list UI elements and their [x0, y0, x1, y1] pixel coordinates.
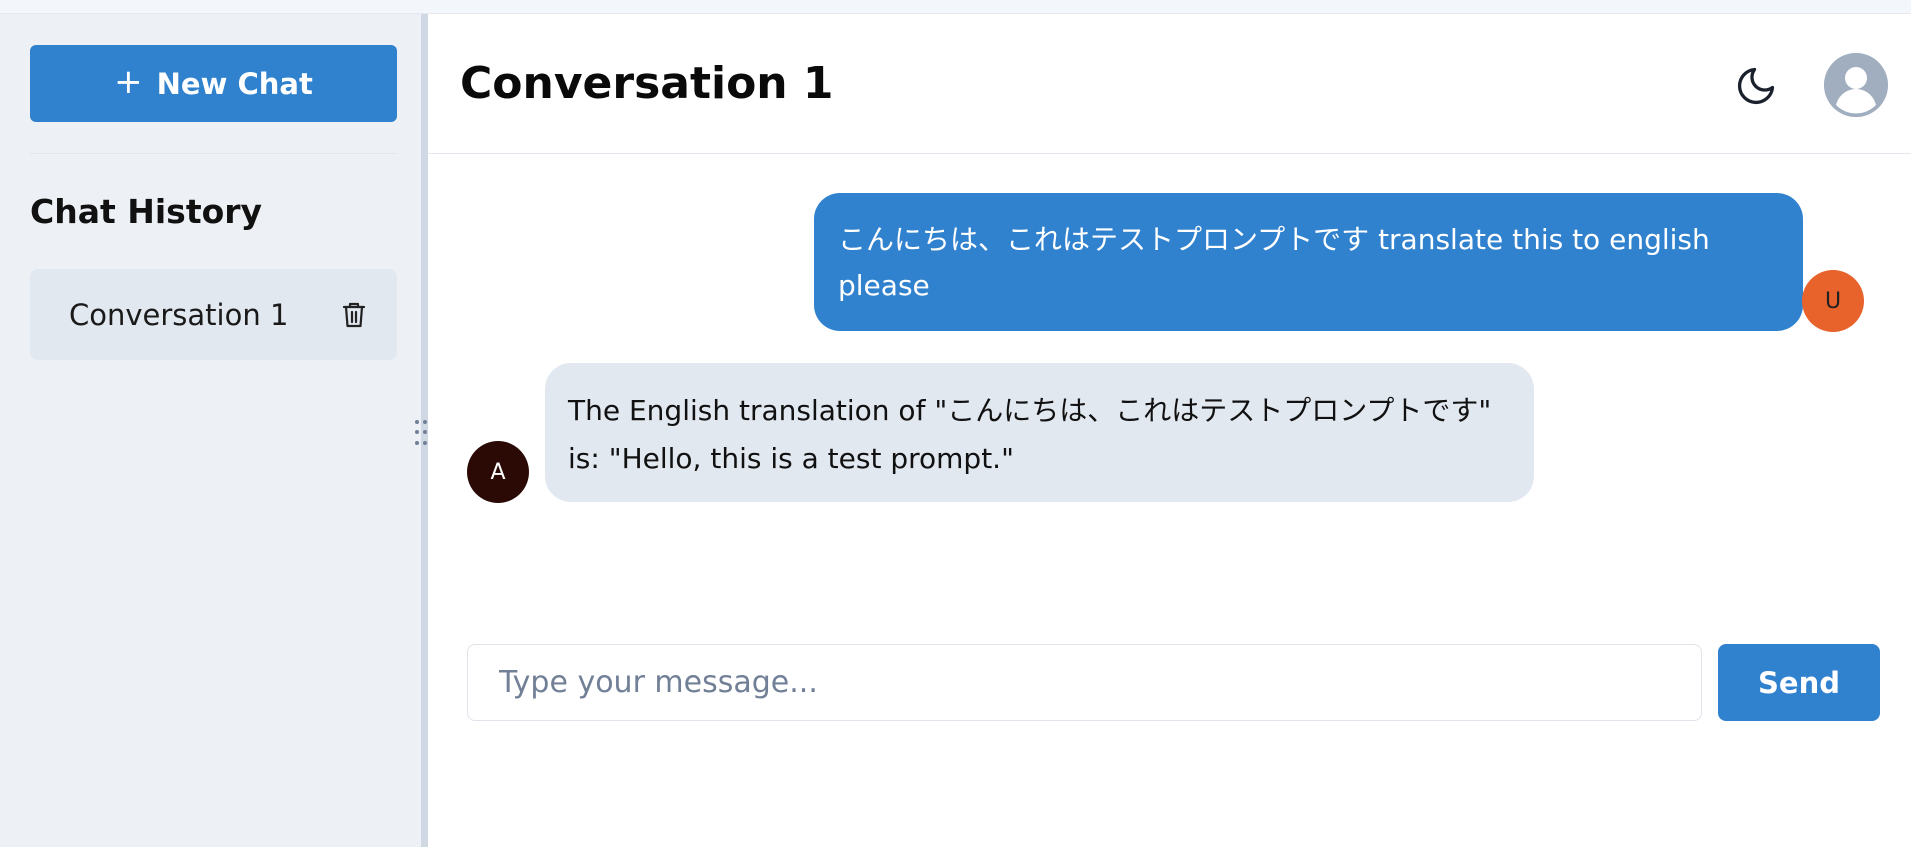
sidebar: + New Chat Chat History Conversation 1 — [0, 14, 421, 847]
sidebar-item-label: Conversation 1 — [69, 297, 289, 332]
chat-history-heading: Chat History — [30, 192, 263, 231]
new-chat-label: New Chat — [156, 66, 313, 101]
theme-toggle-button[interactable] — [1732, 62, 1780, 110]
user-message-bubble: こんにちは、これはテストプロンプトです translate this to en… — [814, 193, 1803, 331]
plus-icon: + — [114, 61, 143, 102]
send-button[interactable]: Send — [1718, 644, 1880, 721]
message-input[interactable] — [467, 644, 1702, 721]
page-title: Conversation 1 — [460, 58, 834, 109]
user-avatar-icon — [1824, 53, 1888, 117]
chat-header: Conversation 1 — [428, 14, 1911, 154]
assistant-avatar: A — [467, 441, 529, 503]
browser-top-strip — [0, 0, 1911, 14]
sidebar-divider — [30, 153, 397, 154]
profile-button[interactable] — [1824, 53, 1888, 117]
moon-icon — [1737, 67, 1775, 105]
sidebar-item-conversation-1[interactable]: Conversation 1 — [30, 269, 397, 360]
chat-main: Conversation 1 こんにちは、これはテストプロンプトです trans… — [428, 14, 1911, 847]
trash-icon[interactable] — [341, 300, 367, 330]
user-avatar: U — [1802, 270, 1864, 332]
new-chat-button[interactable]: + New Chat — [30, 45, 397, 122]
assistant-message-bubble: The English translation of "こんにちは、これはテスト… — [545, 363, 1534, 502]
resize-handle-icon[interactable] — [415, 420, 429, 448]
